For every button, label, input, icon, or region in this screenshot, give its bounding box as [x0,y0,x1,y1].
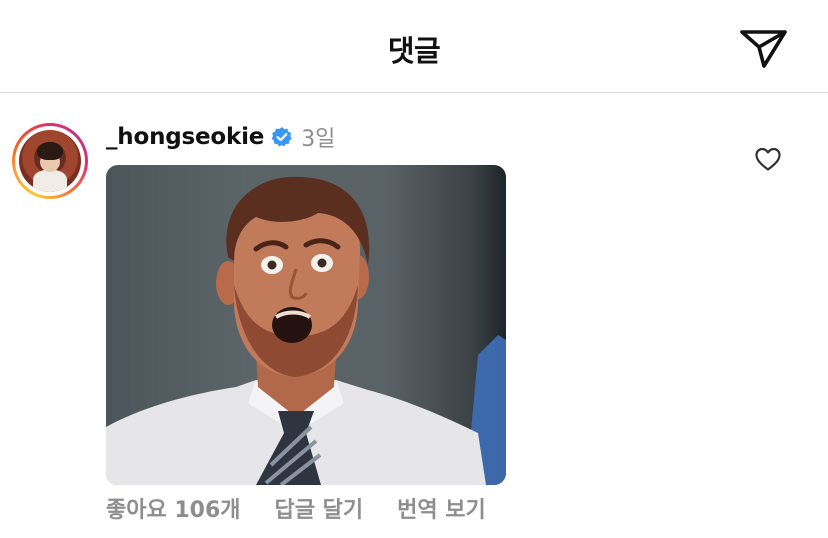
avatar-shirt [33,170,67,192]
heart-outline-icon [755,147,781,171]
send-icon [740,30,787,68]
avatar [19,130,81,192]
avatar-story-ring[interactable] [12,123,88,199]
likes-count[interactable]: 좋아요 106개 [106,492,241,524]
like-button[interactable] [754,146,782,172]
username-link[interactable]: _hongseokie [106,124,264,150]
translate-button[interactable]: 번역 보기 [397,492,486,524]
avatar-hair [37,142,63,160]
comment-item: _hongseokie 3일 좋아요 106개 답글 달기 번역 보기 [0,94,828,538]
comment-actions: 좋아요 106개 답글 달기 번역 보기 [106,492,486,524]
avatar-ring-gap [15,126,85,196]
reaction-gif[interactable] [106,165,506,485]
header-bar: 댓글 [0,0,828,93]
send-button[interactable] [738,24,790,72]
verified-badge-icon [271,126,293,148]
reply-button[interactable]: 답글 달기 [275,492,364,524]
page-title: 댓글 [387,34,441,68]
comment-header: _hongseokie 3일 [106,122,335,152]
gif-illustration [106,176,506,485]
comment-timestamp: 3일 [301,127,336,152]
